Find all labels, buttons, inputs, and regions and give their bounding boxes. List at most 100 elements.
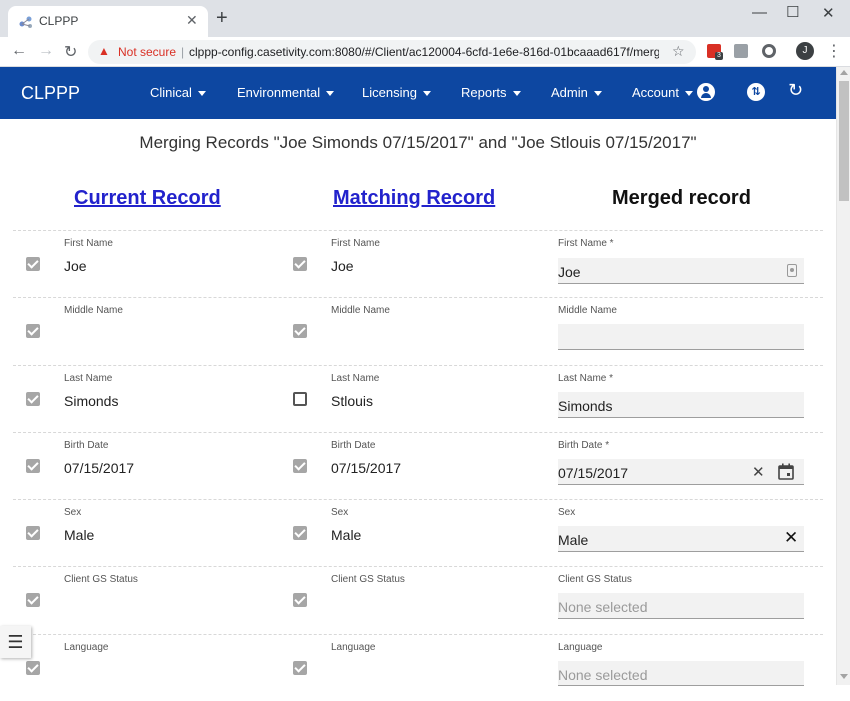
current-value: Joe bbox=[64, 258, 87, 274]
scroll-down-icon[interactable] bbox=[840, 674, 848, 679]
current-checkbox[interactable] bbox=[26, 593, 40, 607]
warning-icon: ▲ bbox=[98, 44, 110, 58]
merged-value: Joe bbox=[558, 264, 581, 280]
menu-label: Licensing bbox=[362, 85, 417, 100]
merged-last-name-input[interactable]: Simonds bbox=[558, 392, 804, 418]
matching-record-link[interactable]: Matching Record bbox=[333, 187, 495, 210]
browser-menu-icon[interactable]: ⋮ bbox=[826, 41, 842, 61]
current-checkbox[interactable] bbox=[26, 324, 40, 338]
merged-sex-select[interactable]: Male ✕ bbox=[558, 526, 804, 552]
current-checkbox[interactable] bbox=[26, 392, 40, 406]
bookmark-star-icon[interactable]: ☆ bbox=[672, 43, 685, 60]
current-checkbox[interactable] bbox=[26, 257, 40, 271]
menu-label: Environmental bbox=[237, 85, 321, 100]
matching-value: Joe bbox=[331, 258, 354, 274]
clear-date-close-icon[interactable]: ✕ bbox=[752, 463, 765, 481]
account-circle-icon[interactable] bbox=[697, 83, 715, 101]
app-brand[interactable]: CLPPP bbox=[21, 83, 80, 104]
tab-title: CLPPP bbox=[39, 14, 79, 28]
scroll-thumb[interactable] bbox=[839, 81, 849, 201]
merged-client-gs-status-select[interactable]: None selected bbox=[558, 593, 804, 619]
menu-environmental[interactable]: Environmental bbox=[237, 85, 335, 100]
current-record-link[interactable]: Current Record bbox=[74, 187, 221, 210]
matching-field-label: Last Name bbox=[331, 373, 380, 384]
app-navbar: CLPPP Clinical Environmental Licensing R… bbox=[0, 67, 836, 119]
merged-first-name-input[interactable]: Joe bbox=[558, 258, 804, 284]
url-text: clppp-config.casetivity.com:8080/#/Clien… bbox=[189, 45, 659, 59]
matching-checkbox[interactable] bbox=[293, 392, 307, 406]
menu-account[interactable]: Account bbox=[632, 85, 693, 100]
current-field-label: Language bbox=[64, 642, 109, 653]
menu-label: Reports bbox=[461, 85, 507, 100]
profile-avatar[interactable]: J bbox=[796, 42, 814, 60]
merged-language-select[interactable]: None selected bbox=[558, 661, 804, 686]
page-scrollbar[interactable] bbox=[836, 67, 850, 685]
reload-icon[interactable]: ↻ bbox=[64, 42, 77, 62]
clear-close-icon[interactable]: ✕ bbox=[784, 528, 798, 548]
extension-icon[interactable]: 3 bbox=[707, 44, 723, 60]
swap-icon[interactable]: ⇅ bbox=[747, 83, 765, 101]
merge-row-first-name: First Name Joe First Name Joe First Name… bbox=[13, 230, 823, 297]
merged-value: 07/15/2017 bbox=[558, 465, 629, 481]
address-bar[interactable]: ▲ Not secure | clppp-config.casetivity.c… bbox=[88, 40, 696, 64]
window-close-icon[interactable]: ✕ bbox=[822, 4, 835, 22]
merged-field-label: Last Name * bbox=[558, 373, 614, 384]
format-line-spacing-icon[interactable]: ☰ bbox=[0, 626, 31, 658]
maximize-icon[interactable]: ☐ bbox=[786, 3, 799, 21]
matching-checkbox[interactable] bbox=[293, 593, 307, 607]
current-value: Simonds bbox=[64, 393, 119, 409]
page-title: Merging Records "Joe Simonds 07/15/2017"… bbox=[139, 133, 697, 152]
current-field-label: Client GS Status bbox=[64, 574, 138, 585]
merged-birth-date-input[interactable]: 07/15/2017 ✕ bbox=[558, 459, 804, 485]
menu-admin[interactable]: Admin bbox=[551, 85, 602, 100]
menu-licensing[interactable]: Licensing bbox=[362, 85, 431, 100]
refresh-icon[interactable]: ↻ bbox=[788, 80, 803, 101]
merge-row-client-gs-status: Client GS Status Client GS Status Client… bbox=[13, 566, 823, 633]
merge-row-middle-name: Middle Name Middle Name Middle Name bbox=[13, 297, 823, 364]
calendar-icon[interactable] bbox=[778, 463, 794, 480]
merged-field-label: Birth Date * bbox=[558, 440, 610, 451]
current-field-label: Birth Date bbox=[64, 440, 109, 451]
matching-checkbox[interactable] bbox=[293, 526, 307, 540]
merge-row-birth-date: Birth Date 07/15/2017 Birth Date 07/15/2… bbox=[13, 432, 823, 499]
tab-close-icon[interactable]: ✕ bbox=[186, 12, 198, 29]
merged-field-label: First Name * bbox=[558, 238, 614, 249]
new-tab-icon[interactable]: + bbox=[216, 8, 228, 28]
forward-icon[interactable]: → bbox=[38, 42, 54, 60]
site-favicon-icon bbox=[19, 16, 32, 28]
menu-reports[interactable]: Reports bbox=[461, 85, 521, 100]
merged-middle-name-input[interactable] bbox=[558, 324, 804, 350]
merged-field-label: Client GS Status bbox=[558, 574, 632, 585]
current-checkbox[interactable] bbox=[26, 661, 40, 675]
matching-checkbox[interactable] bbox=[293, 661, 307, 675]
matching-checkbox[interactable] bbox=[293, 459, 307, 473]
not-secure-label: Not secure bbox=[118, 45, 177, 59]
merged-field-label: Sex bbox=[558, 507, 576, 518]
caret-down-icon bbox=[512, 91, 521, 97]
current-checkbox[interactable] bbox=[26, 526, 40, 540]
scroll-up-icon[interactable] bbox=[840, 70, 848, 75]
caret-down-icon bbox=[593, 91, 602, 97]
caret-down-icon bbox=[326, 91, 335, 97]
minimize-icon[interactable]: — bbox=[752, 4, 767, 21]
contact-card-icon bbox=[787, 264, 797, 277]
caret-down-icon bbox=[422, 91, 431, 97]
merged-field-label: Middle Name bbox=[558, 305, 617, 316]
menu-label: Admin bbox=[551, 85, 588, 100]
extension-g-icon[interactable] bbox=[734, 44, 748, 58]
current-field-label: First Name bbox=[64, 238, 113, 249]
menu-clinical[interactable]: Clinical bbox=[150, 85, 206, 100]
matching-field-label: Birth Date bbox=[331, 440, 376, 451]
matching-checkbox[interactable] bbox=[293, 324, 307, 338]
menu-label: Clinical bbox=[150, 85, 192, 100]
matching-checkbox[interactable] bbox=[293, 257, 307, 271]
menu-label: Account bbox=[632, 85, 679, 100]
back-icon[interactable]: ← bbox=[11, 42, 27, 60]
current-field-label: Last Name bbox=[64, 373, 113, 384]
browser-tab[interactable]: CLPPP ✕ bbox=[8, 6, 208, 37]
current-field-label: Middle Name bbox=[64, 305, 123, 316]
matching-field-label: Language bbox=[331, 642, 376, 653]
current-checkbox[interactable] bbox=[26, 459, 40, 473]
extension-circle-icon[interactable] bbox=[762, 44, 776, 58]
merge-row-last-name: Last Name Simonds Last Name Stlouis Last… bbox=[13, 365, 823, 432]
